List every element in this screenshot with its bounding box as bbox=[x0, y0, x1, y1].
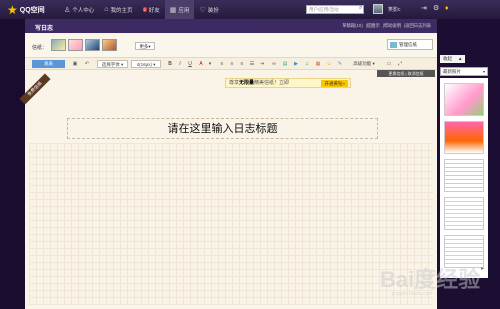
photo-source-select[interactable]: 最新照片 ▾ bbox=[440, 67, 488, 76]
logo-text: QQ空间 bbox=[19, 6, 45, 14]
nav-my-home[interactable]: ⌂ 我的主页 bbox=[99, 0, 137, 19]
font-select[interactable]: 选择字体 ▾ bbox=[97, 60, 128, 68]
next-arrow-icon[interactable]: ▸ bbox=[481, 265, 484, 272]
italic-icon[interactable]: I bbox=[176, 60, 184, 68]
collapse-arrow-icon[interactable]: ▲ bbox=[455, 55, 466, 63]
left-strip bbox=[0, 19, 25, 309]
letterpaper-icon bbox=[390, 41, 397, 48]
manage-letterpaper-button[interactable]: 管理信纸 bbox=[387, 39, 433, 50]
letterpaper-thumb-3[interactable] bbox=[85, 39, 100, 51]
editor-toolbar: 发表 ▣ ↶ 选择字体 ▾ 4(16px) ▾ B I U A ▾ ≡ ≡ ≡ … bbox=[25, 58, 437, 70]
letterpaper-thumb-1[interactable] bbox=[51, 39, 66, 51]
save-icon[interactable]: ▣ bbox=[71, 60, 79, 68]
help-link[interactable]: |帮助说明 bbox=[383, 23, 401, 29]
nav-label: 个人中心 bbox=[72, 7, 95, 14]
content-editor-area[interactable] bbox=[29, 143, 433, 305]
header-links: 草稿箱(10) |提醒示 |帮助说明 |返回日志列表 bbox=[342, 23, 431, 29]
page-title: 写日志 bbox=[35, 26, 54, 32]
letterpaper-thumb-4[interactable] bbox=[102, 39, 117, 51]
bold-icon[interactable]: B bbox=[166, 60, 174, 68]
settings-icon[interactable]: ⚙ bbox=[433, 5, 439, 13]
chevron-down-icon: ▾ bbox=[148, 44, 151, 49]
size-label: 4(16px) bbox=[136, 62, 152, 67]
emoticon-icon[interactable]: ☺ bbox=[325, 60, 333, 68]
graffiti-icon[interactable]: ✎ bbox=[336, 60, 344, 68]
link-icon[interactable]: ∞ bbox=[270, 60, 278, 68]
promo-text-pre: 尊享 bbox=[229, 80, 240, 86]
change-cancel-letterpaper[interactable]: 更换信纸 | 取消信纸 bbox=[377, 70, 435, 77]
promo-text-post: 精美信纸！立即 bbox=[254, 80, 290, 86]
chevron-down-icon: ▾ bbox=[482, 69, 485, 74]
video-icon[interactable]: ▶ bbox=[292, 60, 300, 68]
person-icon: ♙ bbox=[64, 6, 71, 14]
align-left-icon[interactable]: ≡ bbox=[218, 60, 226, 68]
drafts-link[interactable]: 草稿箱(10) bbox=[342, 23, 363, 29]
collapse-tab[interactable]: 收起 bbox=[440, 55, 455, 63]
advanced-label: 高级功能 bbox=[353, 61, 372, 66]
nav-label: 我的主页 bbox=[110, 7, 133, 14]
search-input[interactable]: 用户/应用/活动 bbox=[306, 5, 364, 14]
apps-icon: ▦ bbox=[169, 6, 177, 14]
reminder-link[interactable]: |提醒示 bbox=[366, 23, 380, 29]
editor-header: 写日志 草稿箱(10) |提醒示 |帮助说明 |返回日志列表 bbox=[25, 19, 437, 33]
align-right-icon[interactable]: ≡ bbox=[238, 60, 246, 68]
fullscreen-icon[interactable]: ⤢ bbox=[396, 60, 404, 68]
qzone-logo[interactable]: ★ QQ空间 bbox=[7, 4, 59, 16]
dressup-icon: ♡ bbox=[199, 6, 206, 14]
letterpaper-row: 信纸： 更多▾ 管理信纸 bbox=[25, 35, 437, 58]
align-center-icon[interactable]: ≡ bbox=[228, 60, 236, 68]
photo-thumb[interactable] bbox=[444, 197, 484, 230]
advanced-button[interactable]: 高级功能 ▾ bbox=[349, 60, 379, 68]
photo-thumb[interactable] bbox=[444, 121, 484, 154]
gem-icon[interactable]: ♦ bbox=[445, 5, 449, 13]
letterpaper-thumb-2[interactable] bbox=[68, 39, 83, 51]
sidebar-tabs: 收起 ▲ bbox=[440, 55, 466, 63]
nav-apps[interactable]: ▦ 应用 bbox=[164, 0, 195, 19]
music-icon[interactable]: ♫ bbox=[303, 60, 311, 68]
font-label: 选择字体 bbox=[101, 62, 120, 67]
format-icon[interactable]: ▭ bbox=[385, 60, 393, 68]
manage-label: 管理信纸 bbox=[399, 41, 417, 47]
user-name[interactable]: 笑影c bbox=[388, 6, 401, 13]
underline-icon[interactable]: U bbox=[186, 60, 194, 68]
nav-label: 装扮 bbox=[207, 7, 219, 14]
exit-icon[interactable]: ⇥ bbox=[421, 5, 427, 13]
top-nav-bar: ★ QQ空间 ♙ 个人中心 ⌂ 我的主页 2 好友 ▦ 应用 ♡ 装扮 用户/应用/活动 … bbox=[0, 0, 500, 19]
letterpaper-label: 信纸： bbox=[32, 45, 48, 51]
free-letterpaper-ribbon: 免费信纸 bbox=[19, 73, 51, 105]
nav-friends[interactable]: 2 好友 bbox=[138, 0, 165, 19]
search-icon[interactable]: ⌕ bbox=[359, 5, 362, 12]
home-icon: ⌂ bbox=[104, 6, 109, 13]
notification-badge: 2 bbox=[142, 7, 147, 12]
size-select[interactable]: 4(16px) ▾ bbox=[131, 60, 161, 68]
nav-personal-center[interactable]: ♙ 个人中心 bbox=[59, 0, 99, 19]
star-logo-icon: ★ bbox=[7, 2, 18, 17]
back-to-list-link[interactable]: |返回日志列表 bbox=[404, 23, 431, 29]
more-letterpaper-button[interactable]: 更多▾ bbox=[135, 42, 155, 50]
blog-editor-panel: 写日志 草稿箱(10) |提醒示 |帮助说明 |返回日志列表 信纸： 更多▾ 管… bbox=[19, 19, 437, 309]
undo-icon[interactable]: ↶ bbox=[83, 60, 91, 68]
blog-title-input[interactable]: 请在这里输入日志标题 bbox=[67, 118, 378, 139]
nav-label: 应用 bbox=[178, 7, 190, 14]
table-icon[interactable]: ▦ bbox=[314, 60, 322, 68]
watermark-url: jingyan.baidu.com bbox=[392, 291, 433, 297]
promo-text-bold: 无限量 bbox=[239, 80, 255, 86]
photo-list bbox=[440, 78, 488, 278]
photo-thumb[interactable] bbox=[444, 159, 484, 192]
more-label: 更多 bbox=[139, 44, 149, 49]
image-icon[interactable]: ▤ bbox=[281, 60, 289, 68]
open-vip-button[interactable]: 开通黄钻» bbox=[321, 80, 348, 87]
list-icon[interactable]: ☰ bbox=[248, 60, 256, 68]
vip-promo-bar: 尊享无限量精美信纸！立即 开通黄钻» bbox=[225, 78, 351, 88]
photo-thumb[interactable] bbox=[444, 83, 484, 116]
color-dropdown-icon[interactable]: ▾ bbox=[206, 60, 214, 68]
select-label: 最新照片 bbox=[443, 69, 461, 74]
nav-label: 好友 bbox=[148, 7, 160, 14]
indent-icon[interactable]: ⇥ bbox=[258, 60, 266, 68]
nav-dressup[interactable]: ♡ 装扮 bbox=[194, 0, 223, 19]
avatar[interactable] bbox=[373, 4, 383, 14]
watermark: Bai度经验 bbox=[380, 267, 481, 292]
publish-button[interactable]: 发表 bbox=[32, 60, 65, 68]
font-color-icon[interactable]: A bbox=[197, 60, 205, 68]
